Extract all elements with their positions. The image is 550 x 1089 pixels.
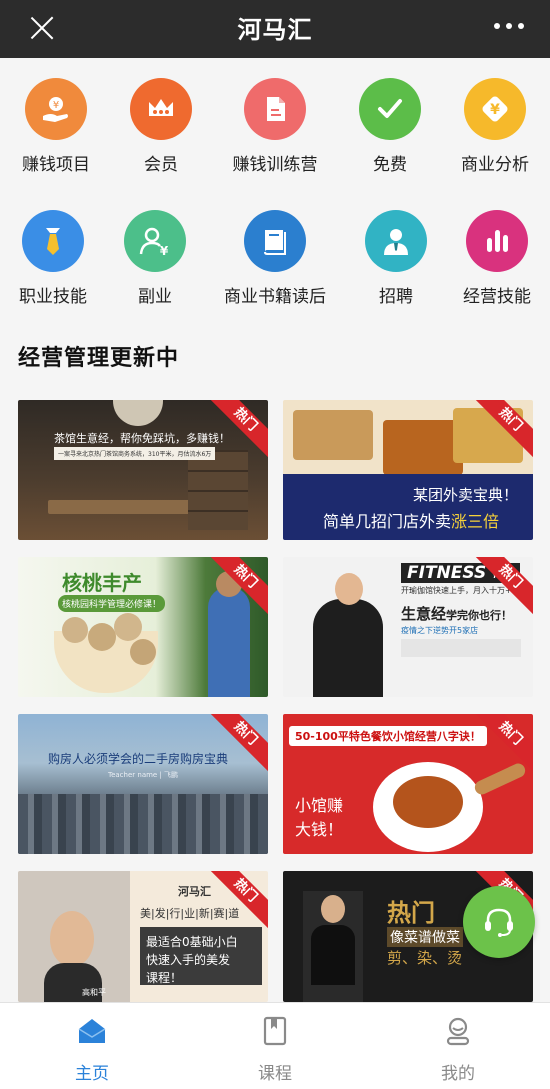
book-icon [244,210,306,272]
teacher-name: 高和平 [82,988,106,997]
card-headline: 最适合0基础小白 [146,935,238,949]
trainer-graphic [313,599,383,697]
home-icon [78,1019,106,1043]
teacher-body-graphic [311,925,355,985]
tab-label: 课程 [258,1064,292,1084]
more-menu-icon[interactable] [494,23,524,29]
recruiter-icon [365,210,427,272]
profile-icon [446,1017,470,1046]
category-label: 职业技能 [19,287,87,307]
card-headline: 热门 [387,899,435,927]
walnut-graphic [114,613,142,641]
svg-text:¥: ¥ [53,100,59,111]
card-subline: 美|发|行|业|新|赛|道 [140,907,240,920]
food-box-graphic [293,410,373,460]
course-card-takeaway[interactable]: 某团外卖宝典！ 简单几招门店外卖涨三倍 热门 [283,400,533,540]
spoon-handle-graphic [472,761,528,797]
card-headline: 核桃丰产 [62,571,142,595]
category-label: 经营技能 [463,287,531,307]
card-subline: 像菜谱做菜 [387,927,463,947]
category-business-books[interactable]: 商业书籍读后 [210,210,340,307]
card-subline: 疫情之下逆势开5家店 [401,626,479,635]
tab-home[interactable]: 主页 [32,1015,152,1084]
category-side-business[interactable]: ¥ 副业 [100,210,210,307]
teacher-head-graphic [50,911,94,967]
top-bar: 河马汇 [0,0,550,58]
tab-courses[interactable]: 课程 [215,1015,335,1084]
category-label: 副业 [138,287,172,307]
category-label: 招聘 [379,287,413,307]
card-subline: 一案寻来北京热门茶馆商务系统，310平米，月估流水6万 [54,447,216,460]
category-business-analysis[interactable]: ¥ 商业分析 [440,78,550,175]
card-headline: 某团外卖宝典！ [413,486,519,504]
page-title: 河马汇 [237,16,313,44]
course-card-hairdressing[interactable]: 高和平 河马汇 美|发|行|业|新|赛|道 最适合0基础小白 快速入手的美发 课… [18,871,268,1002]
trainer-head-graphic [335,573,363,605]
teacher-head-graphic [321,895,345,923]
card-subline: 开瑜伽馆快速上手，月入十万+ [401,586,512,595]
tab-profile[interactable]: 我的 [398,1015,518,1084]
text-block-graphic [401,639,521,657]
food-graphic [393,776,463,828]
food-box-graphic [383,420,463,475]
category-career-skills[interactable]: 职业技能 [0,210,108,307]
card-headline: 课程！ [146,971,183,985]
card-subline: Teacher name | 飞鹏 [108,771,179,779]
card-headline: 茶馆生意经，帮你免踩坑，多赚钱！ [54,432,230,445]
walnut-graphic [130,639,156,665]
card-subline: 核桃园科学管理必修课！ [58,595,166,612]
card-headline: 快速入手的美发 [146,953,231,967]
shelf-graphic [188,450,248,530]
card-subline: 简单几招门店外卖涨三倍 [323,512,500,531]
svg-text:¥: ¥ [490,102,500,118]
category-label: 赚钱训练营 [232,155,318,175]
card-headline: 50-100平特色餐饮小馆经营八字诀！ [289,726,487,746]
card-headline: 生意经学完你也行！ [401,605,513,623]
checkmark-icon [359,78,421,140]
category-money-projects[interactable]: ¥ 赚钱项目 [1,78,111,175]
bookmark-icon [263,1016,287,1046]
walnut-graphic [62,617,88,643]
yen-diamond-icon: ¥ [464,78,526,140]
course-card-teahouse[interactable]: 茶馆生意经，帮你免踩坑，多赚钱！ 一案寻来北京热门茶馆商务系统，310平米，月估… [18,400,268,540]
course-card-housing[interactable]: 购房人必须学会的二手房购房宝典 Teacher name | 飞鹏 热门 [18,714,268,854]
card-brand: 河马汇 [178,885,211,898]
category-label: 免费 [373,155,407,175]
category-membership[interactable]: 会员 [106,78,216,175]
section-title: 经营管理更新中 [18,346,180,371]
headset-icon [485,908,513,937]
card-subline: 大钱！ [295,820,344,839]
document-icon [244,78,306,140]
course-card-yoga[interactable]: FITNESS YUJIA 开瑜伽馆快速上手，月入十万+ 生意经学完你也行！ 疫… [283,557,533,697]
card-headline: 购房人必须学会的二手房购房宝典 [48,752,229,766]
card-subline: 小馆赚 [295,796,344,815]
tab-label: 我的 [441,1064,475,1084]
category-label: 赚钱项目 [22,155,90,175]
bar-chart-icon [466,210,528,272]
course-card-walnut[interactable]: 核桃丰产 核桃园科学管理必修课！ 热门 [18,557,268,697]
category-operation-skills[interactable]: 经营技能 [442,210,550,307]
crown-icon [130,78,192,140]
walnut-graphic [88,623,116,651]
person-yen-icon: ¥ [124,210,186,272]
city-skyline-graphic [18,794,268,854]
necktie-icon [22,210,84,272]
hot-badge: 热门 [206,871,268,930]
bottom-nav: 主页 课程 我的 [0,1002,550,1089]
category-label: 商业分析 [461,155,529,175]
category-training-camp[interactable]: 赚钱训练营 [220,78,330,175]
svg-text:¥: ¥ [160,244,169,258]
farmer-graphic [208,587,250,697]
card-subline: 剪、染、烫 [387,949,463,967]
category-label: 商业书籍读后 [224,287,326,307]
tab-label: 主页 [75,1064,109,1084]
category-free[interactable]: 免费 [335,78,445,175]
customer-support-button[interactable] [463,886,535,958]
table-graphic [48,500,208,514]
category-label: 会员 [144,155,178,175]
money-hand-icon: ¥ [25,78,87,140]
category-recruitment[interactable]: 招聘 [341,210,451,307]
lamp-graphic [113,400,163,426]
course-card-restaurant[interactable]: 50-100平特色餐饮小馆经营八字诀！ 小馆赚 大钱！ 热门 [283,714,533,854]
